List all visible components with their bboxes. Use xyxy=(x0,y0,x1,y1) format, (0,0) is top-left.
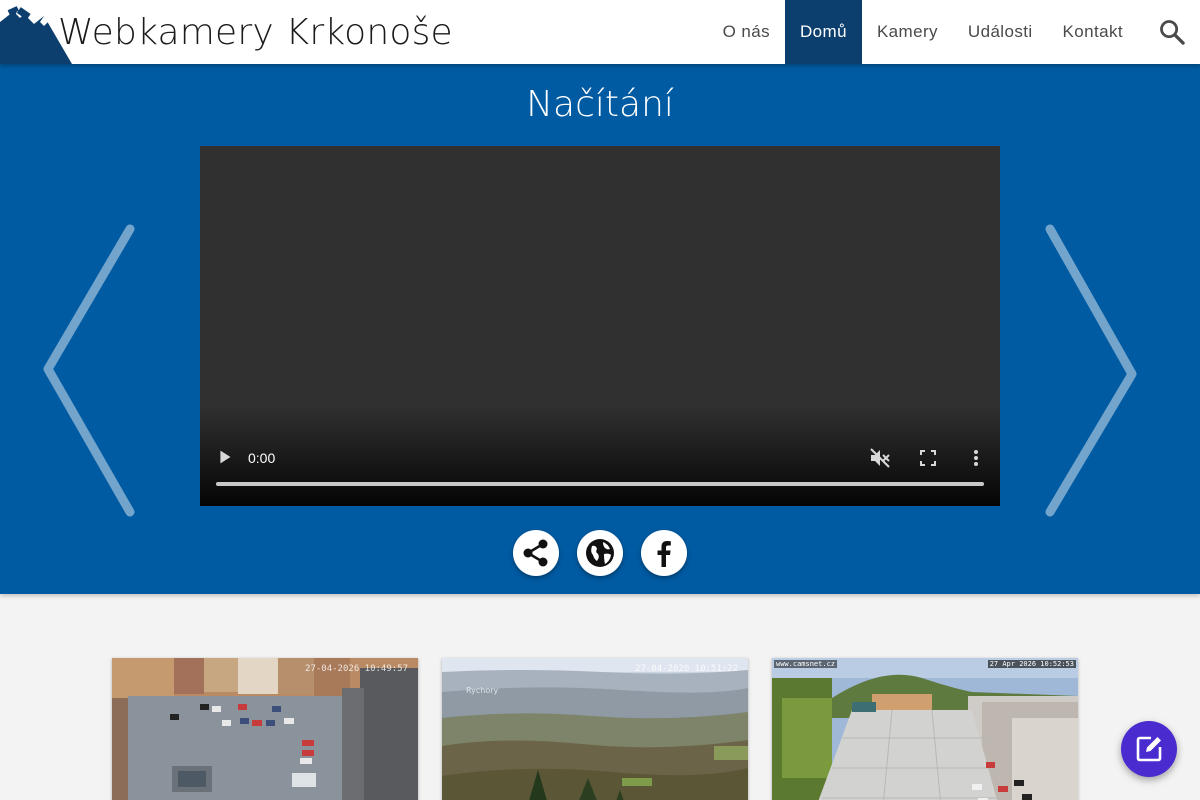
video-player[interactable]: 0:00 xyxy=(200,146,1000,506)
camera-watermark: www.camsnet.cz xyxy=(774,660,838,668)
camera-thumbnail-town xyxy=(772,658,1078,800)
previous-arrow-icon[interactable] xyxy=(40,224,140,524)
search-icon[interactable] xyxy=(1158,18,1186,46)
volume-off-icon[interactable] xyxy=(868,446,892,470)
nav-item-kamery[interactable]: Kamery xyxy=(862,0,953,64)
video-current-time: 0:00 xyxy=(248,450,276,466)
app-header: Webkamery Krkonoše O nás Domů Kamery Udá… xyxy=(0,0,1200,64)
camera-card-rychory[interactable]: 27-04-2026 10:51:22 Rychory xyxy=(442,658,748,800)
camera-thumbnail-rychory xyxy=(442,658,748,800)
facebook-button[interactable] xyxy=(641,530,687,576)
hero-title: Načítání xyxy=(526,84,674,125)
camera-timestamp: 27-04-2026 10:49:57 xyxy=(305,664,408,674)
more-vert-icon[interactable] xyxy=(964,446,988,470)
share-icon xyxy=(523,539,548,567)
edit-note-icon xyxy=(1136,736,1162,762)
edit-fab-button[interactable] xyxy=(1121,721,1177,777)
share-buttons xyxy=(0,530,1200,576)
facebook-icon xyxy=(657,541,671,567)
globe-icon xyxy=(586,539,614,567)
nav-item-kontakt[interactable]: Kontakt xyxy=(1048,0,1138,64)
nav-item-o-nas[interactable]: O nás xyxy=(708,0,785,64)
camera-thumbnail-square xyxy=(112,658,418,800)
nav-item-udalosti[interactable]: Události xyxy=(953,0,1048,64)
camera-card-square[interactable]: 27-04-2026 10:49:57 xyxy=(112,658,418,800)
camera-card-town[interactable]: www.camsnet.cz 27 Apr 2026 10:52:53 xyxy=(772,658,1078,800)
next-arrow-icon[interactable] xyxy=(1040,224,1140,524)
main-nav: O nás Domů Kamery Události Kontakt xyxy=(708,0,1138,64)
fullscreen-icon[interactable] xyxy=(916,446,940,470)
website-button[interactable] xyxy=(577,530,623,576)
nav-item-domu[interactable]: Domů xyxy=(784,0,862,64)
site-title[interactable]: Webkamery Krkonoše xyxy=(58,12,453,53)
video-progress-bar[interactable] xyxy=(216,482,984,486)
camera-timestamp: 27 Apr 2026 10:52:53 xyxy=(987,660,1076,668)
share-button[interactable] xyxy=(513,530,559,576)
camera-location-label: Rychory xyxy=(466,686,499,695)
camera-timestamp: 27-04-2026 10:51:22 xyxy=(635,664,738,674)
play-icon[interactable] xyxy=(214,446,236,468)
hero-section: Načítání 0:00 xyxy=(0,64,1200,594)
